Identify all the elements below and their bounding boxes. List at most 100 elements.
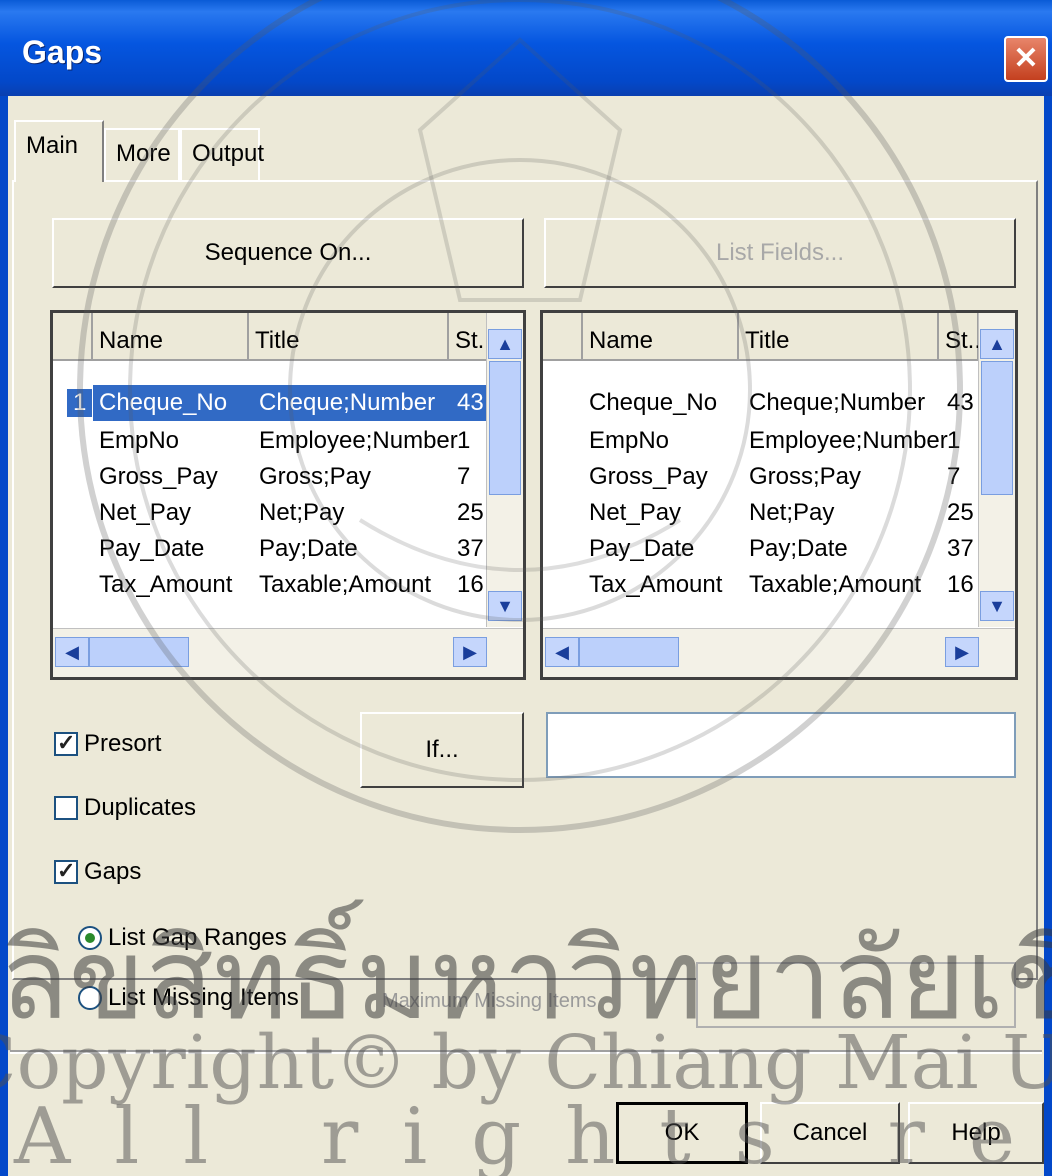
watermark-copyright-text: Copyright© by Chiang Mai University <box>0 1020 1052 1106</box>
scroll-thumb[interactable] <box>981 361 1013 495</box>
scroll-up-icon[interactable]: ▲ <box>488 329 522 359</box>
duplicates-label: Duplicates <box>84 794 197 821</box>
field-start: 7 <box>457 463 471 490</box>
field-title: Gross;Pay <box>259 463 372 490</box>
cancel-button[interactable]: Cancel <box>760 1102 900 1164</box>
list-missing-items-radio[interactable] <box>78 986 102 1010</box>
tab-more-label: More <box>116 140 171 167</box>
header-name[interactable]: Name <box>93 313 249 359</box>
field-start: 43 <box>947 389 974 416</box>
field-start: 25 <box>947 499 974 526</box>
list-item[interactable]: Cheque_No Cheque;Number 43 <box>543 385 1015 421</box>
scroll-down-icon[interactable]: ▼ <box>488 591 522 621</box>
list-item[interactable]: EmpNo Employee;Number 1 <box>53 423 523 459</box>
scroll-left-icon[interactable]: ◀ <box>55 637 89 667</box>
field-title: Taxable;Amount <box>749 571 922 598</box>
scroll-thumb[interactable] <box>579 637 679 667</box>
list-item[interactable]: 1 Cheque_No Cheque;Number 43 <box>53 385 523 421</box>
list-missing-items-label: List Missing Items <box>108 984 299 1011</box>
list-gap-ranges-radio[interactable] <box>78 926 102 950</box>
list-item[interactable]: Pay_Date Pay;Date 37 <box>53 531 523 567</box>
field-title: Employee;Number <box>749 427 948 454</box>
field-title: Cheque;Number <box>259 389 436 416</box>
title-bar[interactable]: Gaps ✕ <box>0 0 1052 96</box>
field-name: Cheque_No <box>589 389 718 416</box>
field-title: Pay;Date <box>259 535 358 562</box>
list-item[interactable]: Gross_Pay Gross;Pay 7 <box>543 459 1015 495</box>
list-header: Name Title St.. <box>53 313 523 361</box>
window-frame-right <box>1044 96 1052 1176</box>
list-item[interactable]: EmpNo Employee;Number 1 <box>543 423 1015 459</box>
list-item[interactable]: Net_Pay Net;Pay 25 <box>543 495 1015 531</box>
presort-checkbox[interactable]: ✓ <box>54 730 78 756</box>
separator <box>10 1050 1042 1054</box>
scroll-right-icon[interactable]: ▶ <box>945 637 979 667</box>
list-item[interactable]: Gross_Pay Gross;Pay 7 <box>53 459 523 495</box>
radio-dot <box>85 933 95 943</box>
tab-more[interactable]: More <box>104 128 180 180</box>
scroll-thumb[interactable] <box>89 637 189 667</box>
field-title: Gross;Pay <box>749 463 862 490</box>
tab-main[interactable]: Main <box>14 120 104 182</box>
close-icon: ✕ <box>1013 42 1039 75</box>
field-name: Cheque_No <box>99 389 228 416</box>
close-button[interactable]: ✕ <box>1004 36 1048 82</box>
scroll-right-icon[interactable]: ▶ <box>453 637 487 667</box>
header-name[interactable]: Name <box>583 313 739 359</box>
vertical-scrollbar[interactable]: ▲ ▼ <box>978 313 1015 627</box>
tab-main-label: Main <box>26 132 79 159</box>
field-start: 16 <box>457 571 484 598</box>
field-title: Net;Pay <box>749 499 835 526</box>
gaps-dialog: Gaps ✕ Main More Output Sequence On... L… <box>0 0 1052 1176</box>
list-item[interactable]: Net_Pay Net;Pay 25 <box>53 495 523 531</box>
ok-button[interactable]: OK <box>616 1102 748 1164</box>
horizontal-scrollbar[interactable]: ◀ ▶ <box>53 628 523 677</box>
list-item[interactable]: Pay_Date Pay;Date 37 <box>543 531 1015 567</box>
sequence-on-button[interactable]: Sequence On... <box>52 218 524 288</box>
horizontal-scrollbar[interactable]: ◀ ▶ <box>543 628 1015 677</box>
list-item[interactable]: Tax_Amount Taxable;Amount 16 <box>543 567 1015 603</box>
tab-output[interactable]: Output <box>180 128 264 180</box>
field-title: Net;Pay <box>259 499 345 526</box>
field-start: 1 <box>457 427 471 454</box>
help-button[interactable]: Help <box>908 1102 1044 1164</box>
field-name: Net_Pay <box>99 499 192 526</box>
field-name: EmpNo <box>589 427 670 454</box>
header-title[interactable]: Title <box>739 313 939 359</box>
maximum-missing-items-input[interactable] <box>696 962 1016 1028</box>
field-title: Cheque;Number <box>749 389 926 416</box>
gaps-checkbox[interactable]: ✓ <box>54 858 78 884</box>
field-name: Gross_Pay <box>589 463 708 490</box>
field-start: 25 <box>457 499 484 526</box>
field-name: Gross_Pay <box>99 463 218 490</box>
field-name: EmpNo <box>99 427 180 454</box>
check-icon: ✓ <box>57 730 76 755</box>
if-button[interactable]: If... <box>360 712 524 788</box>
list-fields-button[interactable]: List Fields... <box>544 218 1016 288</box>
field-name: Pay_Date <box>99 535 205 562</box>
header-st[interactable]: St.. <box>449 313 491 359</box>
header-title[interactable]: Title <box>249 313 449 359</box>
list-fields-list[interactable]: Name Title St.. Cheque_No Cheque;Number … <box>540 310 1018 680</box>
field-start: 43 <box>457 389 484 416</box>
if-expression-input[interactable] <box>546 712 1016 778</box>
scroll-thumb[interactable] <box>489 361 521 495</box>
presort-label: Presort <box>84 730 162 757</box>
window-title: Gaps <box>22 34 103 70</box>
vertical-scrollbar[interactable]: ▲ ▼ <box>486 313 523 627</box>
header-index <box>53 313 93 359</box>
field-title: Pay;Date <box>749 535 848 562</box>
scroll-down-icon[interactable]: ▼ <box>980 591 1014 621</box>
field-start: 37 <box>457 535 484 562</box>
header-st[interactable]: St.. <box>939 313 981 359</box>
field-name: Net_Pay <box>589 499 682 526</box>
row-index: 1 <box>67 389 93 417</box>
field-name: Tax_Amount <box>589 571 723 598</box>
list-item[interactable]: Tax_Amount Taxable;Amount 16 <box>53 567 523 603</box>
scroll-up-icon[interactable]: ▲ <box>980 329 1014 359</box>
duplicates-checkbox[interactable] <box>54 796 78 820</box>
sequence-fields-list[interactable]: Name Title St.. 1 Cheque_No Cheque;Numbe… <box>50 310 526 680</box>
scroll-left-icon[interactable]: ◀ <box>545 637 579 667</box>
field-title: Employee;Number <box>259 427 458 454</box>
field-name: Tax_Amount <box>99 571 233 598</box>
